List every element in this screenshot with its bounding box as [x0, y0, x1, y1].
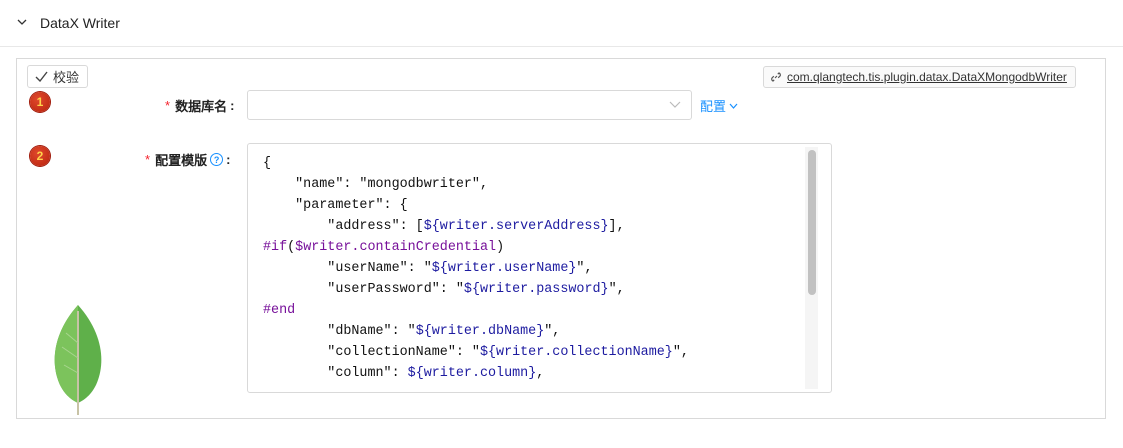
code-line: "address": [${writer.serverAddress}],: [263, 219, 625, 234]
code-line: "collectionName": "${writer.collectionNa…: [263, 345, 689, 360]
code-line: "name": "mongodbwriter",: [263, 177, 488, 192]
required-marker: *: [145, 152, 151, 167]
code-line: #if($writer.containCredential): [263, 240, 505, 255]
field-label-colon: :: [230, 98, 235, 113]
validate-button[interactable]: 校验: [27, 65, 89, 88]
mongodb-leaf-icon: [54, 305, 102, 415]
field-label-template: * 配置模版 ? :: [145, 150, 230, 169]
editor-scrollbar-thumb[interactable]: [808, 150, 816, 295]
code-line: "column": ${writer.column},: [263, 366, 545, 381]
step-badge-2: 2: [30, 146, 50, 166]
config-dropdown-link[interactable]: 配置: [700, 96, 738, 115]
code-line: #end: [263, 303, 296, 318]
config-link-label: 配置: [700, 99, 727, 114]
code-line: "dbName": "${writer.dbName}",: [263, 324, 561, 339]
validate-label: 校验: [53, 70, 80, 85]
plugin-class-link[interactable]: com.qlangtech.tis.plugin.datax.DataXMong…: [763, 66, 1076, 88]
field-label-dbname: * 数据库名 :: [165, 96, 234, 115]
step-badge-1: 1: [30, 92, 50, 112]
plugin-class-text: com.qlangtech.tis.plugin.datax.DataXMong…: [787, 70, 1067, 84]
help-icon[interactable]: ?: [210, 153, 224, 166]
field-label-text: 数据库名: [175, 99, 228, 114]
code-line: "userPassword": "${writer.password}",: [263, 282, 625, 297]
code-line: "parameter": {: [263, 198, 408, 213]
chevron-down-icon[interactable]: [17, 17, 27, 27]
link-icon: [771, 72, 781, 82]
template-code-editor[interactable]: { "name": "mongodbwriter", "parameter": …: [247, 143, 832, 393]
dbname-select[interactable]: [247, 90, 692, 120]
required-marker: *: [165, 98, 171, 113]
code-line: "userName": "${writer.userName}",: [263, 261, 593, 276]
chevron-down-icon: [729, 103, 738, 109]
code-content: { "name": "mongodbwriter", "parameter": …: [263, 153, 689, 384]
code-line: {: [263, 156, 272, 171]
section-title: DataX Writer: [40, 15, 120, 31]
field-label-colon: :: [226, 152, 231, 167]
check-icon: [35, 71, 48, 82]
field-label-text: 配置模版: [155, 153, 208, 168]
chevron-down-icon: [669, 101, 681, 108]
section-header[interactable]: DataX Writer: [0, 0, 1123, 47]
